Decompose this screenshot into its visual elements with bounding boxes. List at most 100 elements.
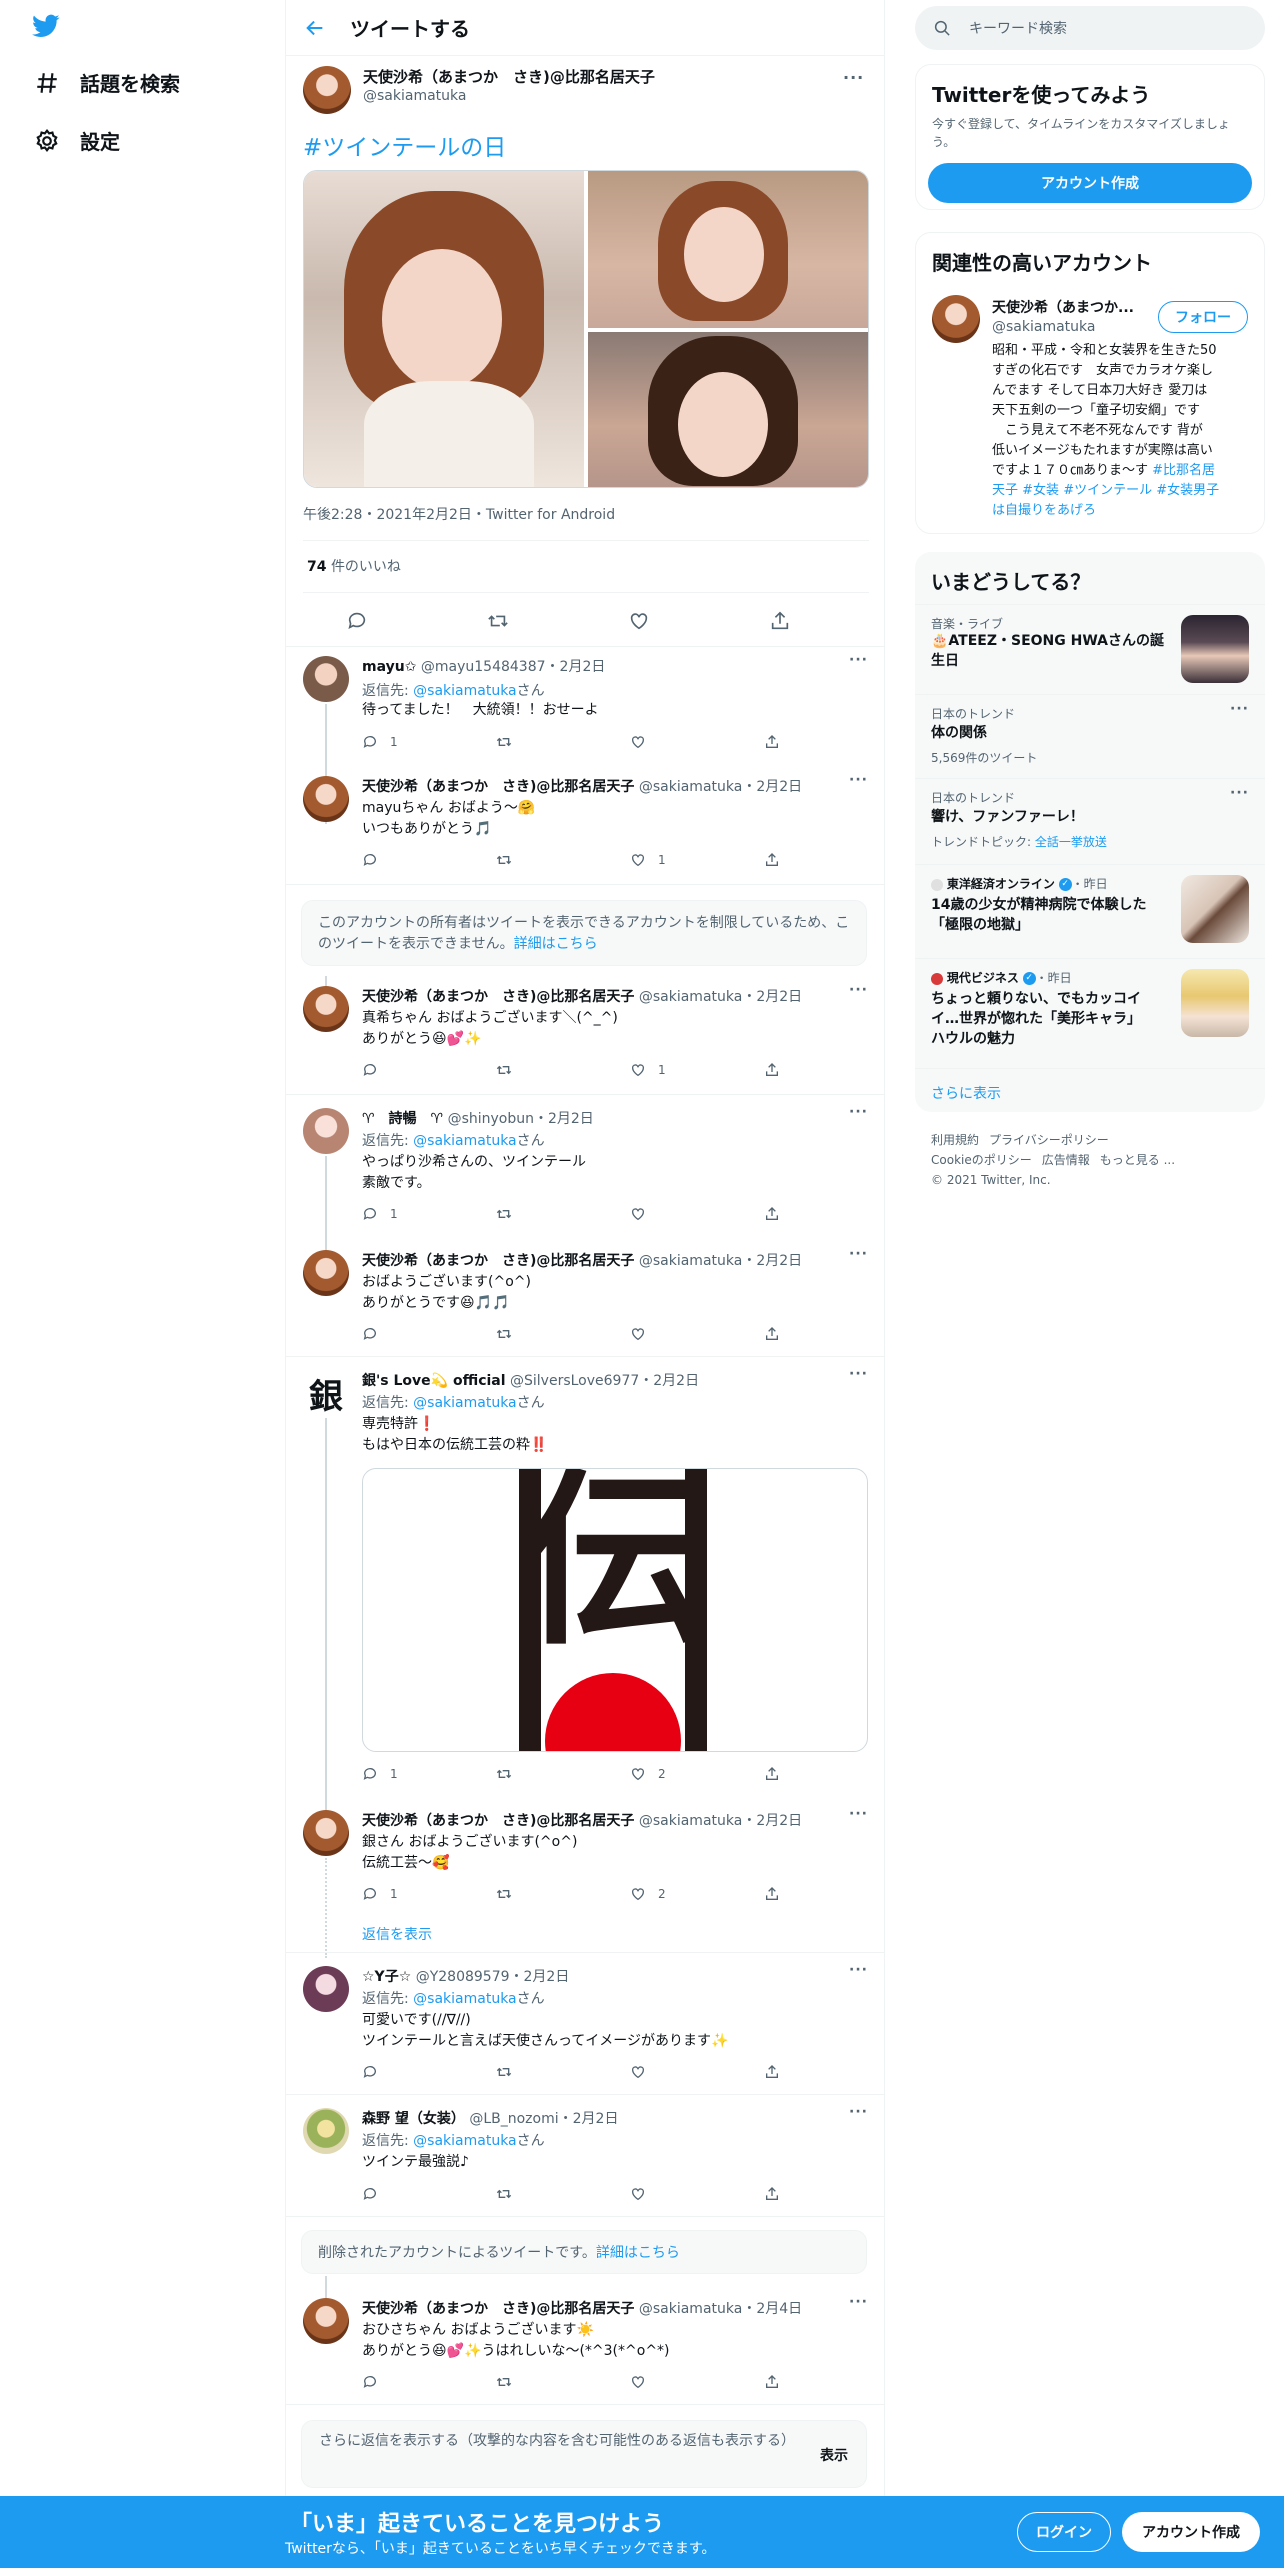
related-name[interactable]: 天使沙希（あまつか... xyxy=(992,297,1134,317)
author-name[interactable]: 天使沙希（あまつか さき)@比那名居天子 xyxy=(363,66,655,87)
more-options-icon[interactable]: ··· xyxy=(1230,785,1249,801)
like-button[interactable]: 2 xyxy=(630,1886,666,1902)
reply-button[interactable]: 1 xyxy=(362,734,398,750)
avatar[interactable] xyxy=(303,2298,349,2344)
retweet-button[interactable] xyxy=(496,852,524,868)
retweet-button[interactable] xyxy=(496,1062,524,1078)
share-button[interactable] xyxy=(764,2186,780,2202)
reply-button[interactable]: 1 xyxy=(362,1206,398,1222)
more-options-icon[interactable]: ··· xyxy=(849,1806,868,1822)
like-button[interactable] xyxy=(630,2064,658,2080)
bio-hashtag[interactable]: 天子 xyxy=(992,483,1018,498)
bio-hashtag[interactable]: は自撮りをあげろ xyxy=(992,501,1254,521)
tweet-date[interactable]: ・2月2日 xyxy=(742,989,802,1005)
reply-button[interactable]: 1 xyxy=(362,1766,398,1782)
show-more-link[interactable]: さらに表示 xyxy=(931,1083,1001,1103)
tweet-date[interactable]: ・2月2日 xyxy=(534,1111,594,1127)
retweet-button[interactable] xyxy=(496,1206,524,1222)
author-handle[interactable]: @mayu15484387 xyxy=(421,659,546,675)
bio-hashtag[interactable]: #比那名居 xyxy=(1152,463,1215,478)
trend-item[interactable]: 日本のトレンド ··· 響け、ファンファーレ！ トレンドトピック: 全話一挙放送 xyxy=(915,778,1265,864)
footer-link[interactable]: Cookieのポリシー xyxy=(931,1153,1032,1167)
details-link[interactable]: 詳細はこちら xyxy=(596,2245,680,2261)
like-button[interactable] xyxy=(630,2374,658,2390)
like-icon[interactable] xyxy=(628,610,650,632)
author-name[interactable]: mayu✩ xyxy=(362,659,416,675)
avatar[interactable] xyxy=(303,66,351,114)
follow-button[interactable]: フォロー xyxy=(1158,301,1248,333)
author-name[interactable]: ☆Y子☆ xyxy=(362,1969,411,1985)
share-icon[interactable] xyxy=(769,610,791,632)
more-options-icon[interactable]: ··· xyxy=(849,2294,868,2310)
tweet-timestamp[interactable]: 午後2:28・2021年2月2日・Twitter for Android xyxy=(303,504,615,524)
twitter-logo-icon[interactable] xyxy=(30,12,62,44)
login-button[interactable]: ログイン xyxy=(1017,2512,1111,2552)
share-button[interactable] xyxy=(764,734,780,750)
like-button[interactable] xyxy=(630,734,658,750)
more-options-icon[interactable]: ··· xyxy=(1230,701,1249,717)
author-name[interactable]: 天使沙希（あまつか さき)@比那名居天子 xyxy=(362,1253,634,1269)
reply-icon[interactable] xyxy=(346,610,368,632)
nav-explore[interactable]: 話題を検索 xyxy=(34,68,180,97)
tweet-date[interactable]: ・2月2日 xyxy=(742,1813,802,1829)
share-button[interactable] xyxy=(764,2374,780,2390)
more-options-icon[interactable]: ··· xyxy=(849,1246,868,1262)
show-replies-link[interactable]: 返信を表示 xyxy=(362,1924,432,1944)
avatar[interactable] xyxy=(303,2108,349,2154)
author-handle[interactable]: @SilversLove6977 xyxy=(510,1373,639,1389)
trend-thumbnail[interactable] xyxy=(1181,615,1249,683)
retweet-icon[interactable] xyxy=(487,610,509,632)
like-button[interactable]: 1 xyxy=(630,1062,666,1078)
reply-button[interactable] xyxy=(362,1062,390,1078)
photo-2[interactable] xyxy=(588,171,868,328)
reply-button[interactable] xyxy=(362,852,390,868)
reply-to-link[interactable]: @sakiamatuka xyxy=(413,1991,516,2007)
tweet-media[interactable] xyxy=(303,170,869,488)
author-handle[interactable]: @sakiamatuka xyxy=(639,1813,742,1829)
show-more-trends[interactable]: さらに表示 xyxy=(915,1068,1265,1112)
bio-hashtag[interactable]: #ツインテール xyxy=(1063,483,1152,498)
like-button[interactable] xyxy=(630,1326,658,1342)
share-button[interactable] xyxy=(764,1062,780,1078)
news-thumbnail[interactable] xyxy=(1181,875,1249,943)
more-options-icon[interactable]: ··· xyxy=(849,1962,868,1978)
reply-button[interactable] xyxy=(362,2186,390,2202)
like-button[interactable]: 1 xyxy=(630,852,666,868)
avatar[interactable] xyxy=(303,986,349,1032)
trend-item[interactable]: 日本のトレンド ··· 体の関係 5,569件のツイート xyxy=(915,694,1265,778)
more-options-icon[interactable]: ··· xyxy=(849,772,868,788)
footer-link[interactable]: 広告情報 xyxy=(1042,1153,1090,1167)
avatar[interactable] xyxy=(303,1250,349,1296)
tweet-image[interactable]: 伝 xyxy=(362,1468,868,1752)
tweet-date[interactable]: ・2月2日 xyxy=(559,2111,619,2127)
author-handle[interactable]: @sakiamatuka xyxy=(639,779,742,795)
create-account-button[interactable]: アカウント作成 xyxy=(928,163,1252,203)
search-input[interactable]: キーワード検索 xyxy=(915,6,1265,50)
bio-hashtag[interactable]: #女装 xyxy=(1022,483,1059,498)
bio-hashtag[interactable]: #女装男子 xyxy=(1156,483,1219,498)
nav-settings[interactable]: 設定 xyxy=(34,126,120,155)
reply-to-link[interactable]: @sakiamatuka xyxy=(413,2133,516,2149)
author-handle[interactable]: @sakiamatuka xyxy=(639,1253,742,1269)
show-more-replies-button[interactable]: 表示 xyxy=(820,2445,848,2465)
details-link[interactable]: 詳細はこちら xyxy=(514,936,598,952)
retweet-button[interactable] xyxy=(496,2374,524,2390)
photo-3[interactable] xyxy=(588,332,868,487)
share-button[interactable] xyxy=(764,1886,780,1902)
reply-to-link[interactable]: @sakiamatuka xyxy=(413,1133,516,1149)
more-options-icon[interactable]: ··· xyxy=(849,652,868,668)
share-button[interactable] xyxy=(764,1766,780,1782)
trend-topic-link[interactable]: 全話一挙放送 xyxy=(1035,835,1107,849)
reply-to-link[interactable]: @sakiamatuka xyxy=(413,1395,516,1411)
tweet-date[interactable]: ・2月2日 xyxy=(639,1373,699,1389)
author-handle[interactable]: @sakiamatuka xyxy=(363,88,466,104)
author-name[interactable]: 天使沙希（あまつか さき)@比那名居天子 xyxy=(362,2301,634,2317)
trend-item[interactable]: 音楽・ライブ 🎂ATEEZ・SEONG HWAさんの誕 生日 xyxy=(915,604,1265,694)
reply-button[interactable]: 1 xyxy=(362,1886,398,1902)
signup-button[interactable]: アカウント作成 xyxy=(1122,2512,1260,2552)
likes-count[interactable]: 74 件のいいね xyxy=(307,556,401,576)
author-name[interactable]: 天使沙希（あまつか さき)@比那名居天子 xyxy=(362,1813,634,1829)
author-name[interactable]: 銀's Love💫 official xyxy=(362,1373,506,1389)
share-button[interactable] xyxy=(764,1206,780,1222)
retweet-button[interactable] xyxy=(496,1766,524,1782)
